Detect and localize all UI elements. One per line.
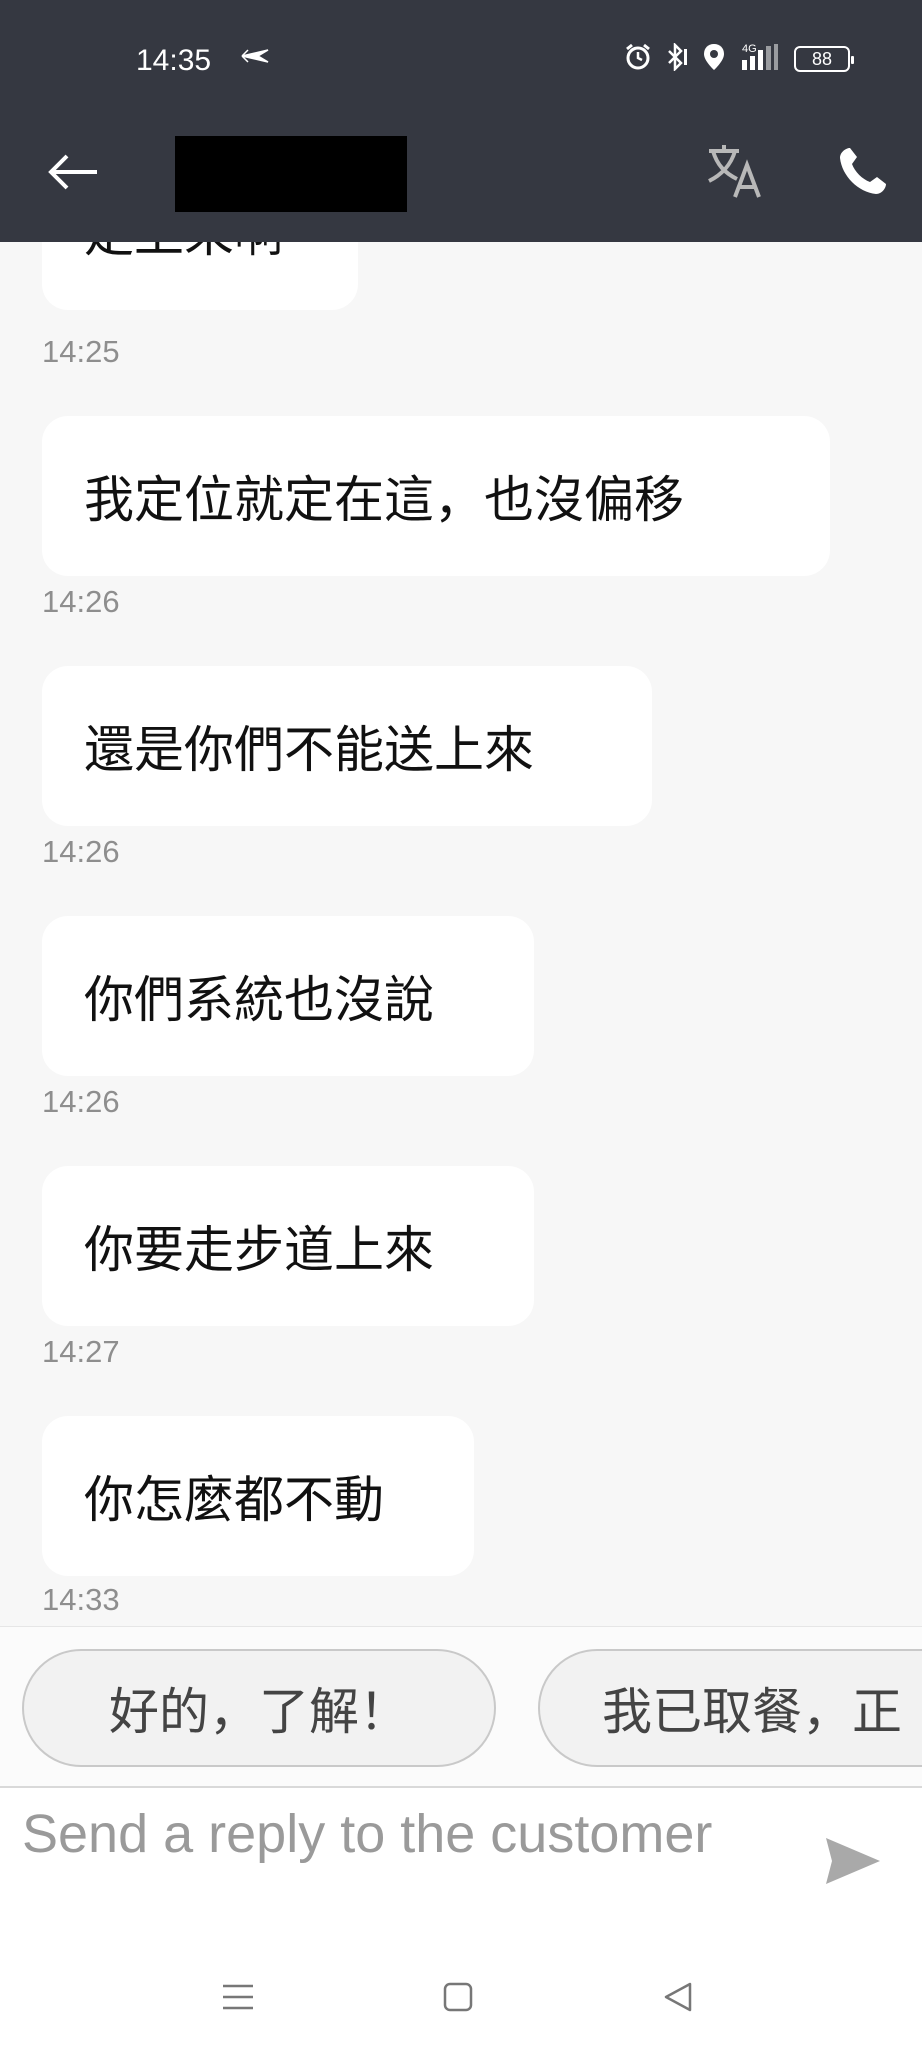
message-list[interactable]: 走上來啊 14:25 我定位就定在這，也沒偏移 14:26 還是你們不能送上來 … bbox=[0, 242, 922, 1626]
top-bar: 14:35 4G 88 bbox=[0, 0, 922, 242]
arrow-left-icon bbox=[45, 150, 101, 198]
quick-reply-button[interactable]: 我已取餐，正 bbox=[538, 1649, 922, 1767]
message-text: 你們系統也沒說 bbox=[42, 916, 534, 1076]
status-icons: 4G 88 bbox=[624, 41, 854, 76]
message-time: 14:27 bbox=[42, 1334, 120, 1369]
translate-button[interactable] bbox=[700, 138, 770, 208]
recent-apps-button[interactable] bbox=[208, 1974, 268, 2024]
message-time: 14:26 bbox=[42, 584, 120, 619]
message-bubble: 還是你們不能送上來 bbox=[42, 666, 652, 826]
translate-icon bbox=[705, 143, 765, 203]
navigation-icon bbox=[240, 44, 270, 72]
call-button[interactable] bbox=[828, 140, 898, 206]
svg-text:4G: 4G bbox=[742, 43, 757, 55]
triangle-back-icon bbox=[662, 1981, 694, 2017]
message-text: 你要走步道上來 bbox=[42, 1166, 534, 1326]
reply-input[interactable] bbox=[22, 1800, 782, 1940]
system-nav-bar bbox=[0, 1948, 922, 2048]
home-button[interactable] bbox=[428, 1974, 488, 2024]
message-time: 14:33 bbox=[42, 1582, 120, 1617]
send-icon bbox=[824, 1836, 882, 1890]
message-text: 我定位就定在這，也沒偏移 bbox=[42, 416, 830, 576]
quick-replies: 好的，了解！ 我已取餐，正 bbox=[0, 1626, 922, 1786]
message-bubble: 你要走步道上來 bbox=[42, 1166, 534, 1326]
message-bubble: 走上來啊 bbox=[42, 242, 358, 310]
message-time: 14:26 bbox=[42, 834, 120, 869]
message-time: 14:25 bbox=[42, 334, 120, 369]
message-text: 你怎麼都不動 bbox=[42, 1416, 474, 1576]
reply-composer bbox=[0, 1786, 922, 1948]
chat-header bbox=[0, 120, 922, 242]
bluetooth-icon bbox=[664, 41, 690, 75]
square-icon bbox=[442, 1981, 474, 2017]
chat-screen: 14:35 4G 88 14:25 我定位就定在這，也沒偏移 14:26 還是你… bbox=[0, 0, 922, 2048]
back-button[interactable] bbox=[38, 144, 108, 204]
customer-name-redacted bbox=[175, 136, 407, 212]
quick-reply-button[interactable]: 好的，了解！ bbox=[22, 1649, 496, 1767]
message-text: 走上來啊 bbox=[42, 242, 358, 310]
battery-indicator: 88 bbox=[794, 46, 854, 72]
message-time: 14:26 bbox=[42, 1084, 120, 1119]
system-back-button[interactable] bbox=[648, 1974, 708, 2024]
message-bubble: 你們系統也沒說 bbox=[42, 916, 534, 1076]
message-text: 還是你們不能送上來 bbox=[42, 666, 652, 826]
status-bar: 14:35 4G 88 bbox=[0, 0, 922, 120]
message-bubble: 我定位就定在這，也沒偏移 bbox=[42, 416, 830, 576]
phone-icon bbox=[836, 144, 890, 202]
message-bubble: 你怎麼都不動 bbox=[42, 1416, 474, 1576]
menu-icon bbox=[221, 1982, 255, 2016]
alarm-icon bbox=[624, 43, 652, 75]
location-icon bbox=[702, 42, 726, 76]
status-time: 14:35 bbox=[136, 44, 212, 77]
send-button[interactable] bbox=[818, 1828, 888, 1898]
battery-level: 88 bbox=[811, 48, 833, 69]
signal-icon: 4G bbox=[738, 42, 782, 76]
